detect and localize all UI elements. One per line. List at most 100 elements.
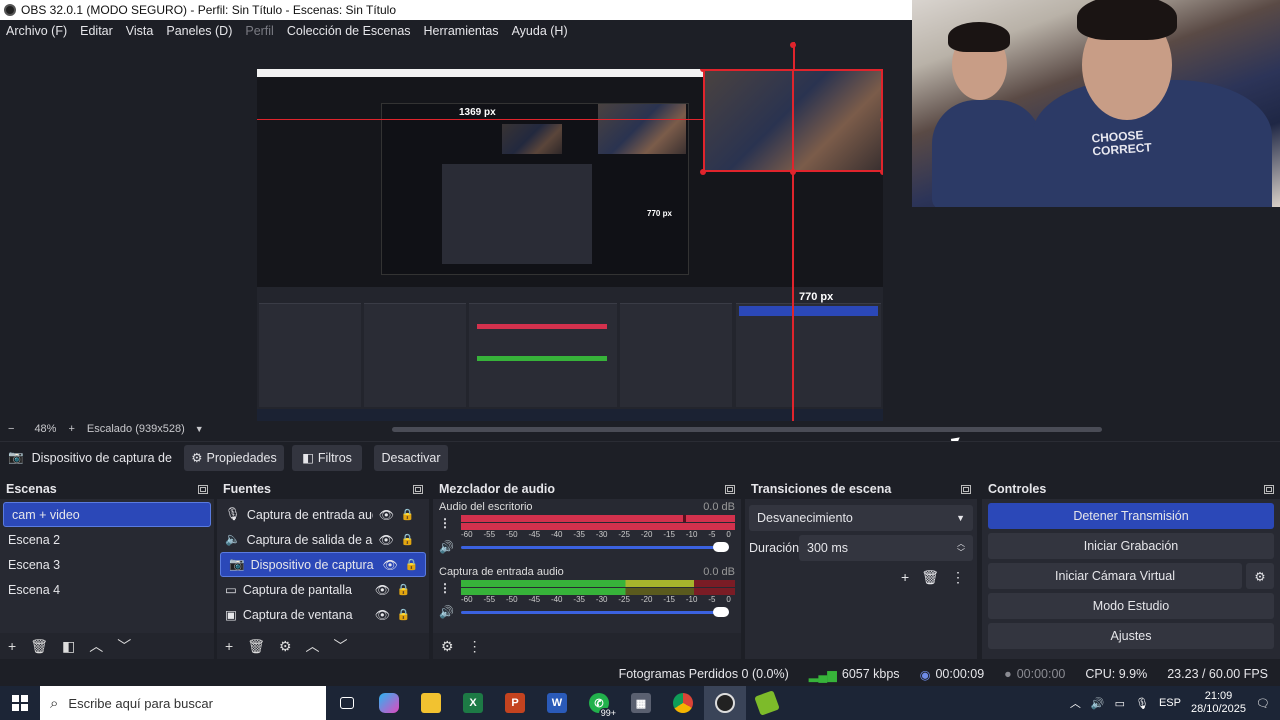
task-view-icon[interactable] [326, 686, 368, 720]
chrome-icon[interactable] [662, 686, 704, 720]
remove-transition-icon[interactable]: 🗑 [921, 569, 939, 586]
excel-icon[interactable]: X [452, 686, 494, 720]
calculator-icon[interactable]: ▦ [620, 686, 662, 720]
powerpoint-icon[interactable]: P [494, 686, 536, 720]
visibility-eye-icon[interactable]: 👁 [379, 533, 395, 547]
source-item[interactable]: 📷 Dispositivo de captura de 👁 🔒 [220, 552, 426, 577]
settings-button[interactable]: Ajustes [988, 623, 1274, 649]
remove-scene-icon[interactable]: 🗑 [30, 638, 48, 655]
menu-file[interactable]: Archivo (F) [6, 24, 67, 38]
source-item[interactable]: ▣ Captura de ventana 👁 🔒 [217, 602, 429, 627]
zoom-out-button[interactable]: − [8, 423, 14, 435]
add-scene-button[interactable]: + [8, 638, 16, 654]
menu-view[interactable]: Vista [126, 24, 154, 38]
file-explorer-icon[interactable] [410, 686, 452, 720]
visibility-eye-icon[interactable]: 👁 [383, 558, 399, 572]
undock-icon[interactable] [725, 484, 735, 494]
add-source-button[interactable]: + [225, 638, 233, 654]
properties-button[interactable]: ⚙ Propiedades [184, 444, 284, 471]
lock-icon[interactable]: 🔒 [401, 533, 415, 546]
deactivate-button[interactable]: Desactivar [374, 444, 448, 471]
menu-scene-collection[interactable]: Colección de Escenas [287, 24, 411, 38]
resize-handle-bl[interactable] [700, 169, 706, 175]
visibility-eye-icon[interactable]: 👁 [379, 508, 395, 522]
chevron-up-icon[interactable]: ︿ [1070, 695, 1081, 711]
lock-icon[interactable]: 🔒 [405, 558, 419, 571]
menu-profile[interactable]: Perfil [245, 24, 273, 38]
undock-icon[interactable] [198, 484, 208, 494]
scene-item[interactable]: Escena 3 [0, 552, 214, 577]
start-virtual-camera-button[interactable]: Iniciar Cámara Virtual [988, 563, 1242, 589]
scaling-mode[interactable]: Escalado (939x528) [87, 423, 185, 435]
scaling-dropdown-icon[interactable]: ▼ [195, 424, 204, 434]
stop-stream-button[interactable]: Detener Transmisión [988, 503, 1274, 529]
filters-button[interactable]: ◧ Filtros [292, 444, 362, 471]
speaker-volume-icon[interactable]: 🔊 [439, 540, 454, 554]
network-icon[interactable]: ▭ [1115, 697, 1125, 710]
undock-icon[interactable] [961, 484, 971, 494]
channel-menu-icon[interactable]: ⋮ [439, 516, 453, 530]
visibility-eye-icon[interactable]: 👁 [375, 583, 391, 597]
add-transition-button[interactable]: + [901, 569, 909, 586]
lock-icon[interactable]: 🔒 [397, 608, 411, 621]
resize-handle-r[interactable] [880, 117, 883, 123]
preview-canvas[interactable]: 1369 px 770 px 770 px [257, 69, 883, 421]
preview-horizontal-scrollbar[interactable] [392, 427, 1102, 432]
virtual-camera-settings-gear-icon[interactable]: ⚙ [1246, 563, 1274, 589]
move-down-icon[interactable]: ﹀ [117, 636, 131, 656]
advanced-audio-icon[interactable]: ⚙ [441, 638, 454, 655]
move-down-icon[interactable]: ﹀ [334, 636, 348, 656]
spinner-arrows-icon[interactable]: ︿ ﹀ [957, 539, 965, 557]
visibility-eye-icon[interactable]: 👁 [375, 608, 391, 622]
zoom-level[interactable]: 48% [34, 423, 56, 435]
volume-slider[interactable] [461, 605, 729, 619]
volume-slider[interactable] [461, 540, 729, 554]
volume-icon[interactable]: 🔊 [1091, 697, 1105, 710]
speaker-volume-icon[interactable]: 🔊 [439, 605, 454, 619]
volume-knob[interactable] [713, 607, 729, 617]
language-indicator[interactable]: ESP [1159, 697, 1181, 709]
whatsapp-icon[interactable]: ✆ 99+ [578, 686, 620, 720]
move-up-icon[interactable]: ︿ [89, 636, 103, 656]
volume-knob[interactable] [713, 542, 729, 552]
move-up-icon[interactable]: ︿ [306, 636, 320, 656]
source-item[interactable]: 🎙 Captura de entrada audi 👁 🔒 [217, 502, 429, 527]
menu-help[interactable]: Ayuda (H) [512, 24, 568, 38]
notifications-icon[interactable]: 🗨 [1256, 697, 1270, 710]
game-app-icon[interactable] [746, 686, 788, 720]
remove-source-icon[interactable]: 🗑 [247, 638, 265, 655]
resize-handle-br[interactable] [880, 169, 883, 175]
mixer-menu-icon[interactable]: ⋮ [468, 638, 482, 655]
microphone-tray-icon[interactable]: 🎙 [1135, 697, 1149, 710]
scene-filters-icon[interactable]: ◧ [62, 638, 75, 655]
word-icon[interactable]: W [536, 686, 578, 720]
source-properties-gear-icon[interactable]: ⚙ [279, 638, 292, 655]
resize-handle-b[interactable] [790, 169, 796, 175]
start-recording-button[interactable]: Iniciar Grabación [988, 533, 1274, 559]
channel-menu-icon[interactable]: ⋮ [439, 581, 453, 595]
transition-select[interactable]: Desvanecimiento ▼ [749, 505, 973, 531]
scene-item[interactable]: cam + video [3, 502, 211, 527]
menu-edit[interactable]: Editar [80, 24, 113, 38]
duration-spinbox[interactable]: 300 ms ︿ ﹀ [799, 535, 973, 561]
start-button[interactable] [0, 686, 40, 720]
clock[interactable]: 21:09 28/10/2025 [1191, 690, 1246, 716]
scene-item[interactable]: Escena 4 [0, 577, 214, 602]
rotation-handle[interactable] [790, 42, 796, 48]
undock-icon[interactable] [1264, 484, 1274, 494]
studio-mode-button[interactable]: Modo Estudio [988, 593, 1274, 619]
menu-tools[interactable]: Herramientas [424, 24, 499, 38]
copilot-icon[interactable] [368, 686, 410, 720]
zoom-in-button[interactable]: + [68, 423, 74, 435]
source-item[interactable]: 🔈 Captura de salida de aud 👁 🔒 [217, 527, 429, 552]
taskbar-search[interactable]: ⌕ Escribe aquí para buscar [40, 686, 326, 720]
lock-icon[interactable]: 🔒 [401, 508, 415, 521]
obs-taskbar-icon[interactable] [704, 686, 746, 720]
resize-handle-tr[interactable] [880, 69, 883, 72]
lock-icon[interactable]: 🔒 [397, 583, 411, 596]
source-item[interactable]: ▭ Captura de pantalla 👁 🔒 [217, 577, 429, 602]
transition-menu-icon[interactable]: ⋮ [951, 569, 965, 586]
menu-docks[interactable]: Paneles (D) [166, 24, 232, 38]
scene-item[interactable]: Escena 2 [0, 527, 214, 552]
undock-icon[interactable] [413, 484, 423, 494]
